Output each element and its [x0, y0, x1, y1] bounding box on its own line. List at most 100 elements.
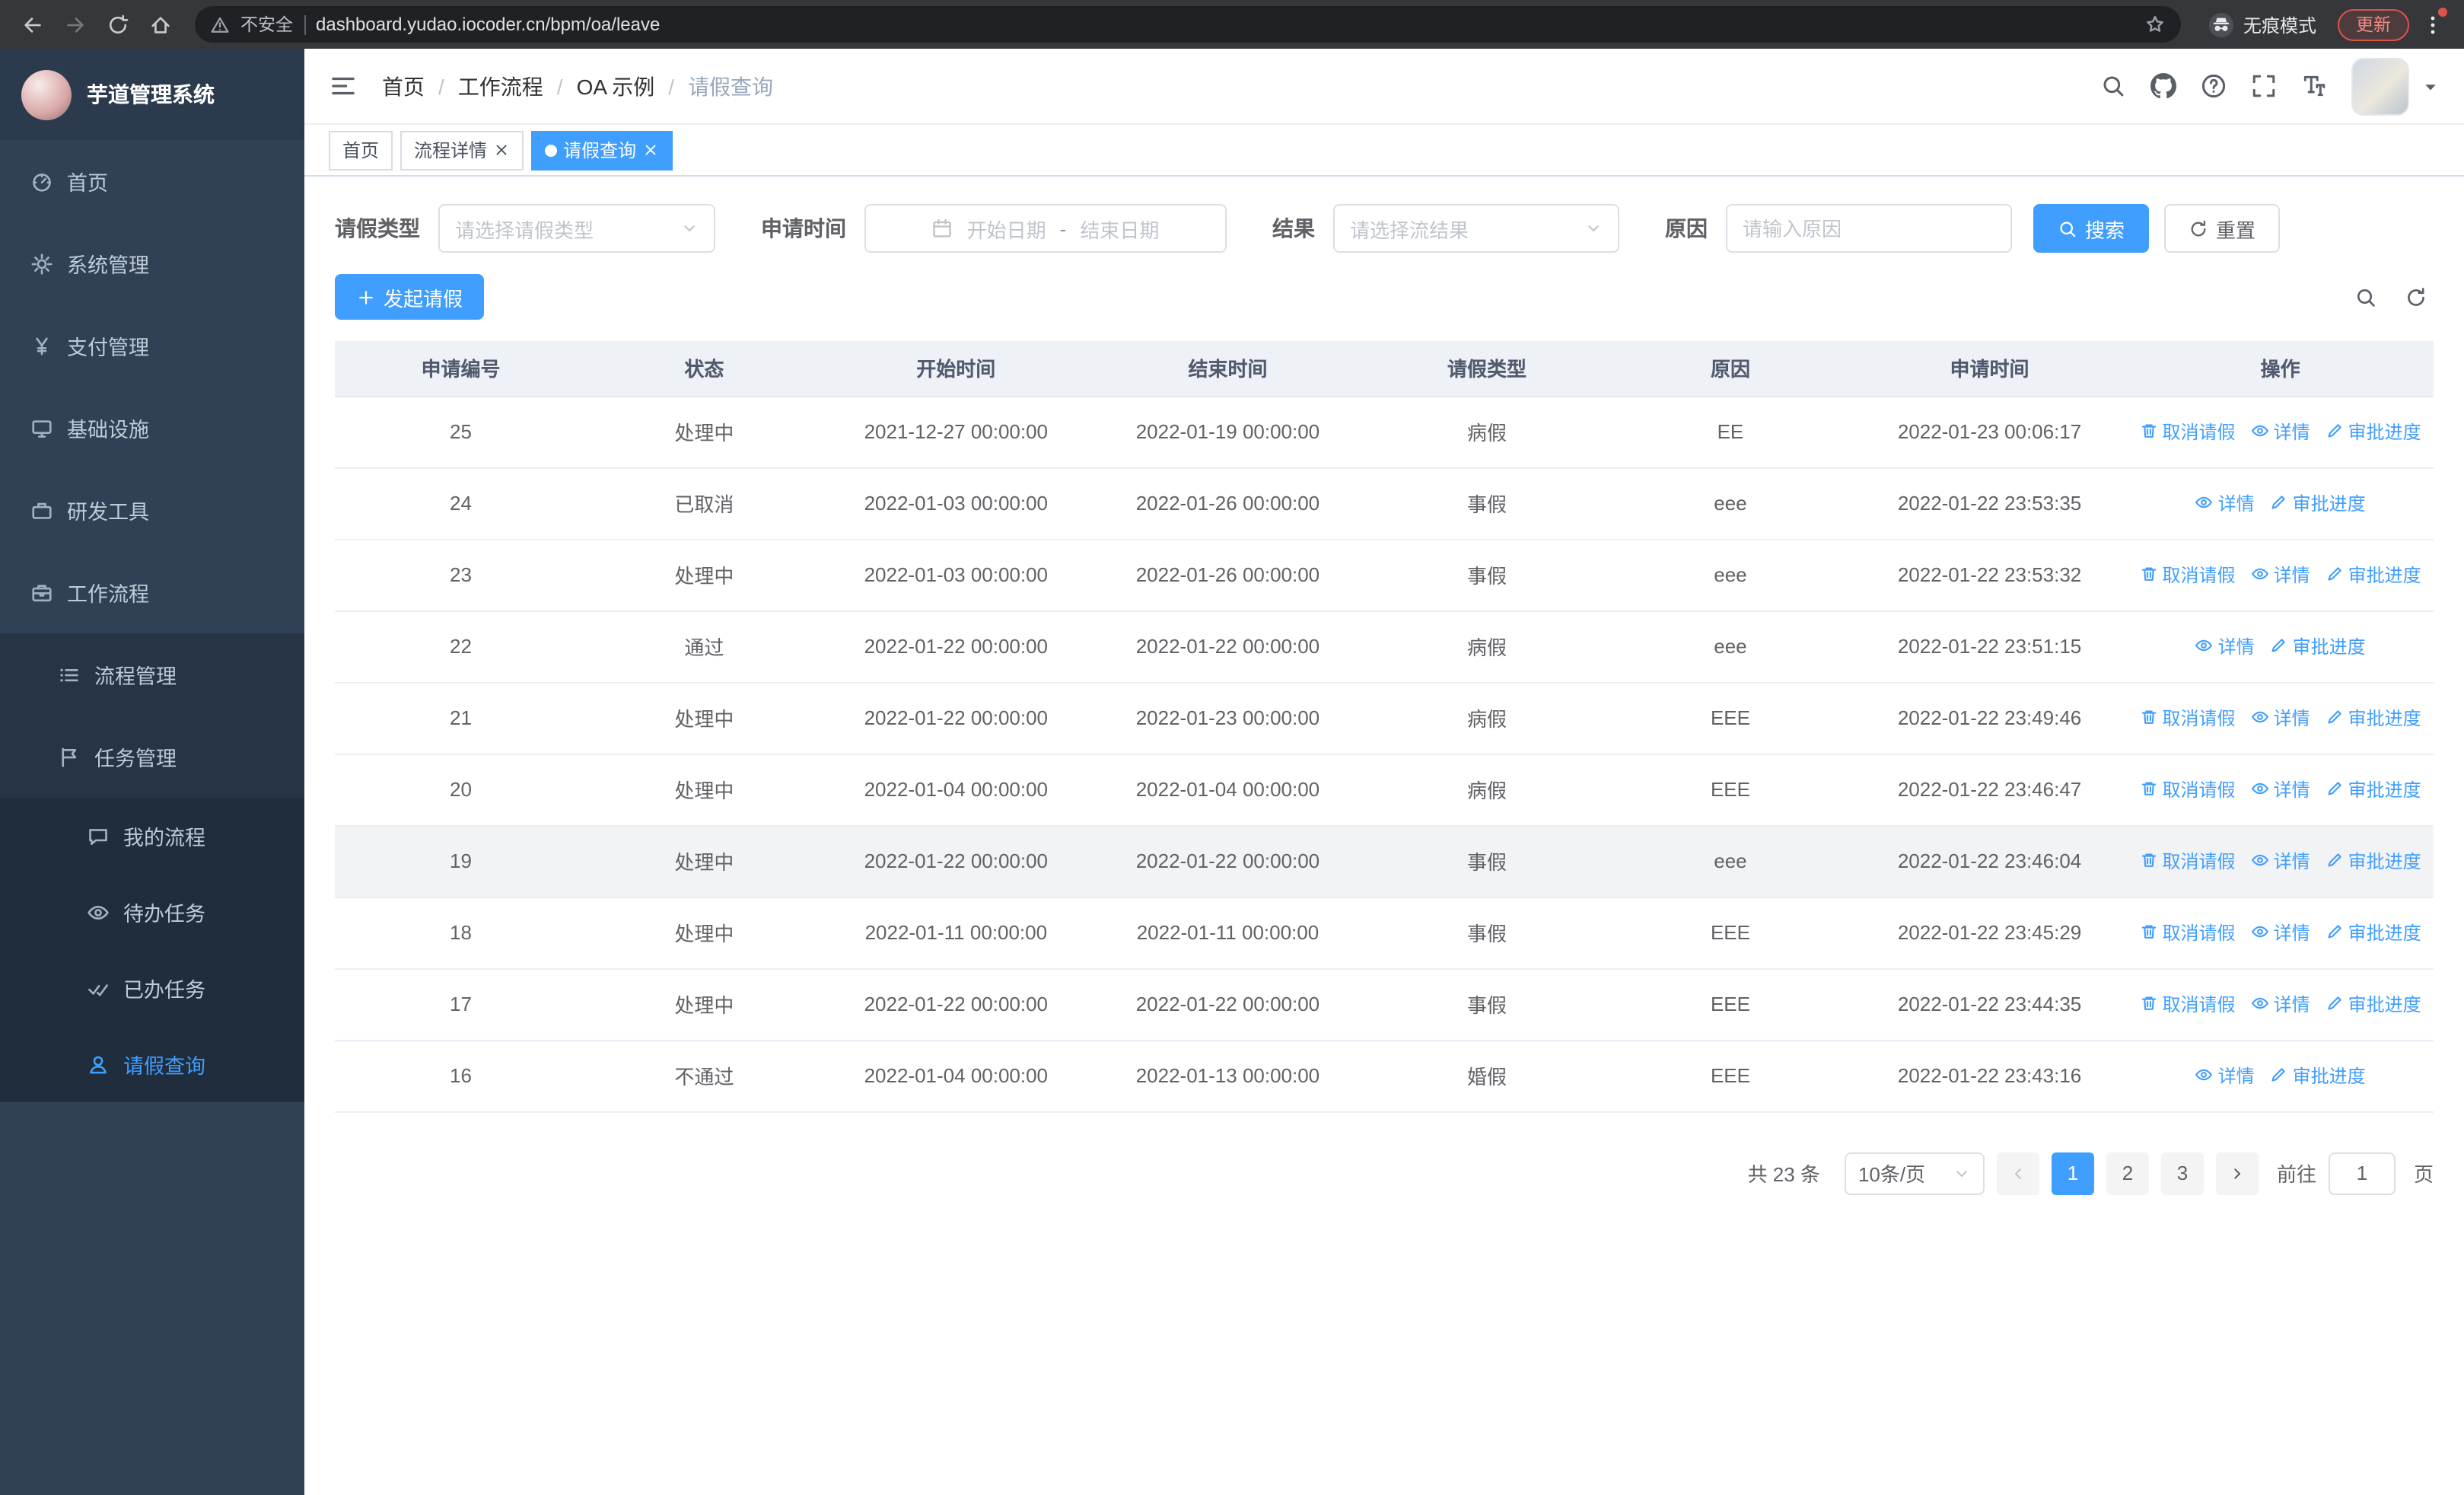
font-size-icon[interactable]: [2301, 73, 2327, 99]
fullscreen-icon[interactable]: [2251, 73, 2277, 99]
search-button[interactable]: 搜索: [2033, 204, 2150, 253]
tab-leave-query[interactable]: 请假查询: [531, 130, 673, 170]
table-row[interactable]: 16 不通过 2022-01-04 00:00:00 2022-01-13 00:00…: [335, 1040, 2434, 1112]
refresh-table-icon[interactable]: [2405, 285, 2427, 308]
action-detail-link[interactable]: 详情: [2251, 419, 2310, 445]
breadcrumb-item[interactable]: 工作流程: [458, 71, 543, 101]
page-size-select[interactable]: 10条/页: [1844, 1152, 1985, 1194]
close-icon[interactable]: [493, 142, 510, 158]
help-icon[interactable]: [2201, 73, 2227, 99]
action-cancel-link[interactable]: 取消请假: [2140, 848, 2236, 874]
sidebar-item-process-mgmt[interactable]: 流程管理: [0, 633, 304, 716]
cell-start: 2022-01-04 00:00:00: [821, 1040, 1090, 1112]
forward-icon[interactable]: [55, 5, 94, 44]
action-progress-link[interactable]: 审批进度: [2326, 920, 2421, 945]
collapse-sidebar-icon[interactable]: [329, 72, 358, 100]
reason-input[interactable]: [1726, 204, 2012, 253]
table-row[interactable]: 17 处理中 2022-01-22 00:00:00 2022-01-22 00:00…: [335, 968, 2434, 1041]
cell-type: 事假: [1365, 825, 1609, 897]
table-row[interactable]: 20 处理中 2022-01-04 00:00:00 2022-01-04 00:00…: [335, 754, 2434, 826]
action-cancel-link[interactable]: 取消请假: [2140, 419, 2236, 445]
tab-home[interactable]: 首页: [329, 130, 393, 170]
sidebar-item-leave-query[interactable]: 请假查询: [0, 1026, 304, 1102]
prev-page-button[interactable]: [1996, 1152, 2039, 1194]
sidebar-item-todo-tasks[interactable]: 待办任务: [0, 874, 304, 950]
table-row[interactable]: 24 已取消 2022-01-03 00:00:00 2022-01-26 00:00…: [335, 467, 2434, 540]
sidebar-item-home[interactable]: 首页: [0, 140, 304, 222]
address-bar[interactable]: 不安全 dashboard.yudao.iocoder.cn/bpm/oa/le…: [195, 6, 2181, 43]
action-progress-link[interactable]: 审批进度: [2270, 490, 2366, 516]
action-detail-link[interactable]: 详情: [2251, 705, 2310, 731]
table-row[interactable]: 18 处理中 2022-01-11 00:00:00 2022-01-11 00:00…: [335, 897, 2434, 969]
action-cancel-link[interactable]: 取消请假: [2140, 705, 2236, 731]
sidebar-item-infra[interactable]: 基础设施: [0, 387, 304, 469]
table-row[interactable]: 23 处理中 2022-01-03 00:00:00 2022-01-26 00:00…: [335, 539, 2434, 611]
action-cancel-link[interactable]: 取消请假: [2140, 920, 2236, 945]
start-date-placeholder[interactable]: 开始日期: [967, 214, 1046, 243]
sidebar-item-workflow[interactable]: 工作流程: [0, 551, 304, 633]
action-progress-link[interactable]: 审批进度: [2326, 705, 2421, 731]
avatar[interactable]: [2351, 57, 2409, 115]
sidebar-item-done-tasks[interactable]: 已办任务: [0, 950, 304, 1026]
cell-actions: 取消请假 详情 审批进度: [2127, 825, 2434, 897]
action-label: 详情: [2273, 779, 2310, 801]
action-detail-link[interactable]: 详情: [2195, 633, 2255, 659]
action-cancel-link[interactable]: 取消请假: [2140, 776, 2236, 802]
edit-icon: [2326, 923, 2344, 942]
action-progress-link[interactable]: 审批进度: [2326, 419, 2421, 445]
search-icon[interactable]: [2100, 73, 2126, 99]
security-label[interactable]: 不安全: [240, 12, 293, 37]
bookmark-star-icon[interactable]: [2144, 14, 2166, 35]
apply-time-range[interactable]: 开始日期 - 结束日期: [864, 204, 1227, 253]
create-leave-button[interactable]: 发起请假: [335, 274, 485, 320]
sidebar-item-devtools[interactable]: 研发工具: [0, 469, 304, 551]
url-text[interactable]: dashboard.yudao.iocoder.cn/bpm/oa/leave: [316, 14, 2134, 35]
result-select[interactable]: 请选择流结果: [1333, 204, 1619, 253]
end-date-placeholder[interactable]: 结束日期: [1080, 214, 1159, 243]
action-progress-link[interactable]: 审批进度: [2326, 562, 2421, 588]
reload-icon[interactable]: [97, 5, 137, 44]
github-icon[interactable]: [2150, 73, 2176, 99]
table-row[interactable]: 22 通过 2022-01-22 00:00:00 2022-01-22 00:00:…: [335, 610, 2434, 683]
leave-type-select[interactable]: 请选择请假类型: [438, 204, 715, 253]
breadcrumb-item[interactable]: OA 示例: [577, 71, 655, 101]
action-progress-link[interactable]: 审批进度: [2270, 633, 2366, 659]
action-detail-link[interactable]: 详情: [2251, 991, 2310, 1017]
sidebar-item-my-process[interactable]: 我的流程: [0, 798, 304, 874]
page-button-1[interactable]: 1: [2051, 1152, 2094, 1194]
sidebar-item-task-mgmt[interactable]: 任务管理: [0, 716, 304, 798]
sidebar-item-system[interactable]: 系统管理: [0, 222, 304, 304]
tab-process-detail[interactable]: 流程详情: [400, 130, 524, 170]
next-page-button[interactable]: [2215, 1152, 2259, 1194]
close-icon[interactable]: [642, 142, 659, 158]
caret-down-icon[interactable]: [2421, 77, 2440, 95]
action-detail-link[interactable]: 详情: [2195, 1063, 2255, 1089]
action-progress-link[interactable]: 审批进度: [2326, 991, 2421, 1017]
action-detail-link[interactable]: 详情: [2251, 776, 2310, 802]
action-detail-link[interactable]: 详情: [2251, 848, 2310, 874]
back-icon[interactable]: [12, 5, 52, 44]
goto-page-input[interactable]: [2328, 1152, 2396, 1194]
action-cancel-link[interactable]: 取消请假: [2140, 562, 2236, 588]
delete-icon: [2140, 923, 2158, 942]
reset-button[interactable]: 重置: [2164, 204, 2281, 253]
sidebar-item-payment[interactable]: 支付管理: [0, 304, 304, 387]
table-row[interactable]: 21 处理中 2022-01-22 00:00:00 2022-01-23 00:00…: [335, 682, 2434, 754]
home-icon[interactable]: [140, 5, 180, 44]
action-progress-link[interactable]: 审批进度: [2326, 848, 2421, 874]
update-button[interactable]: 更新: [2338, 8, 2409, 40]
action-detail-link[interactable]: 详情: [2251, 562, 2310, 588]
action-cancel-link[interactable]: 取消请假: [2140, 991, 2236, 1017]
browser-menu-icon[interactable]: [2412, 5, 2452, 44]
page-button-3[interactable]: 3: [2160, 1152, 2204, 1194]
tab-label: 请假查询: [563, 140, 637, 161]
table-row[interactable]: 19 处理中 2022-01-22 00:00:00 2022-01-22 00:00…: [335, 825, 2434, 897]
action-progress-link[interactable]: 审批进度: [2270, 1063, 2366, 1089]
toggle-search-icon[interactable]: [2354, 285, 2377, 308]
page-button-2[interactable]: 2: [2106, 1152, 2149, 1194]
action-progress-link[interactable]: 审批进度: [2326, 776, 2421, 802]
table-row[interactable]: 25 处理中 2021-12-27 00:00:00 2022-01-19 00:00…: [335, 396, 2434, 468]
action-detail-link[interactable]: 详情: [2195, 490, 2255, 516]
action-detail-link[interactable]: 详情: [2251, 920, 2310, 945]
breadcrumb-item[interactable]: 首页: [382, 71, 425, 101]
